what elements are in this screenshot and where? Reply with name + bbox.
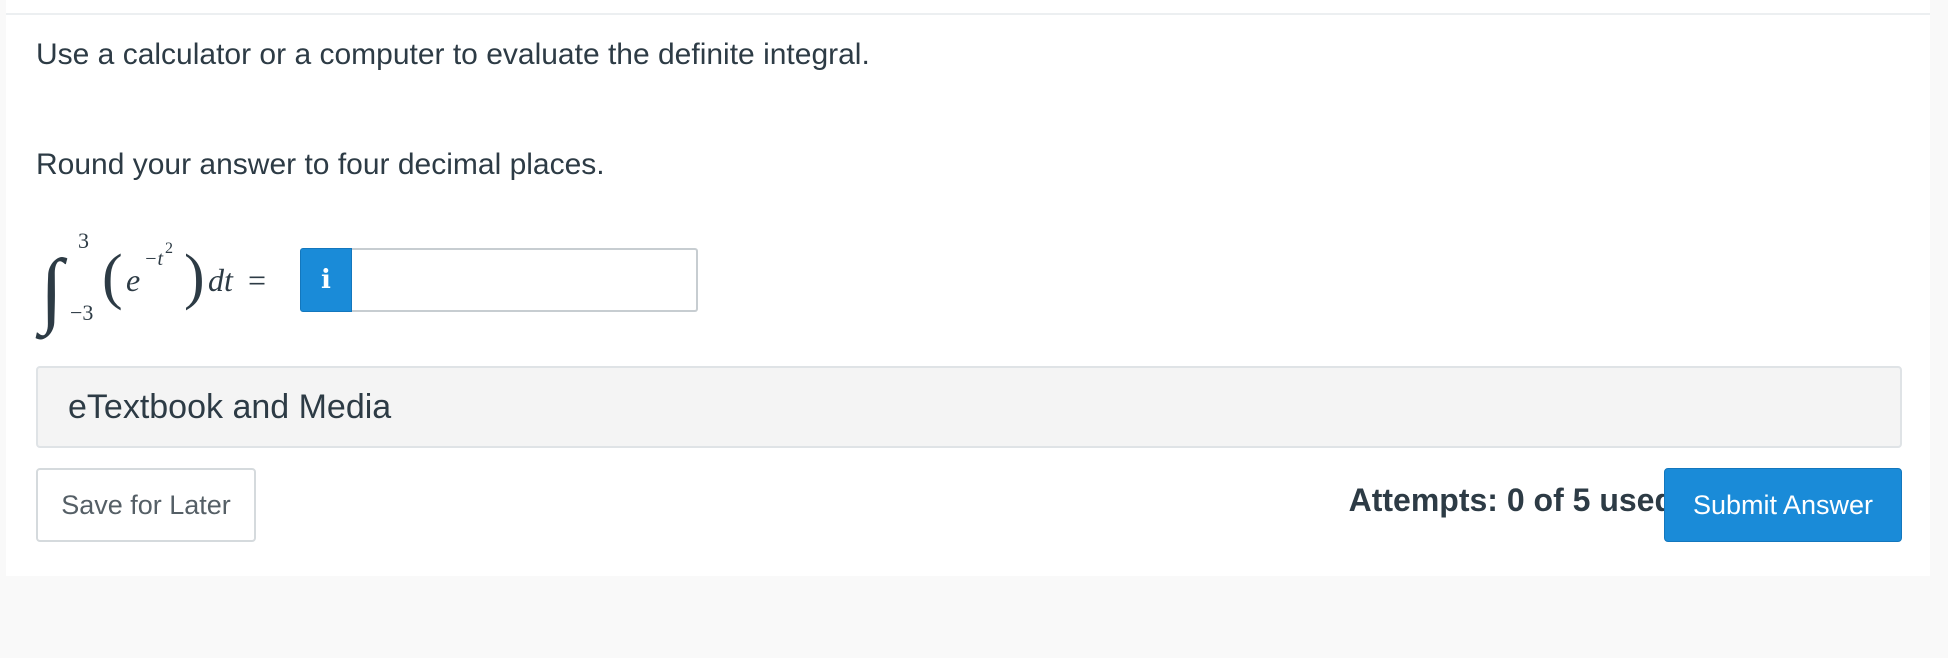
info-icon: i: [321, 265, 331, 295]
lower-limit: −3: [70, 300, 94, 325]
exponent-power: 2: [165, 240, 173, 257]
integrand-exponent: −t: [144, 248, 164, 270]
question-instruction: Use a calculator or a computer to evalua…: [36, 38, 870, 71]
etextbook-media-toggle[interactable]: eTextbook and Media: [36, 366, 1902, 448]
question-card: Use a calculator or a computer to evalua…: [6, 0, 1930, 576]
divider: [6, 13, 1930, 15]
rounding-instruction: Round your answer to four decimal places…: [36, 148, 605, 181]
right-paren: ): [184, 243, 205, 311]
info-button[interactable]: i: [300, 248, 352, 312]
integrand-base: e: [126, 262, 141, 298]
save-for-later-button[interactable]: Save for Later: [36, 468, 256, 542]
etextbook-media-label: eTextbook and Media: [68, 387, 392, 426]
differential: dt: [208, 262, 233, 298]
upper-limit: 3: [78, 228, 89, 253]
left-paren: (: [102, 243, 123, 311]
answer-input[interactable]: [352, 248, 698, 312]
attempts-counter: Attempts: 0 of 5 used: [1348, 482, 1674, 518]
submit-answer-button[interactable]: Submit Answer: [1664, 468, 1902, 542]
integral-sign: ∫: [40, 243, 64, 336]
equals-sign: =: [248, 262, 267, 298]
integral-formula: ∫ 3 −3 ( e −t 2 ) dt =: [36, 228, 306, 332]
